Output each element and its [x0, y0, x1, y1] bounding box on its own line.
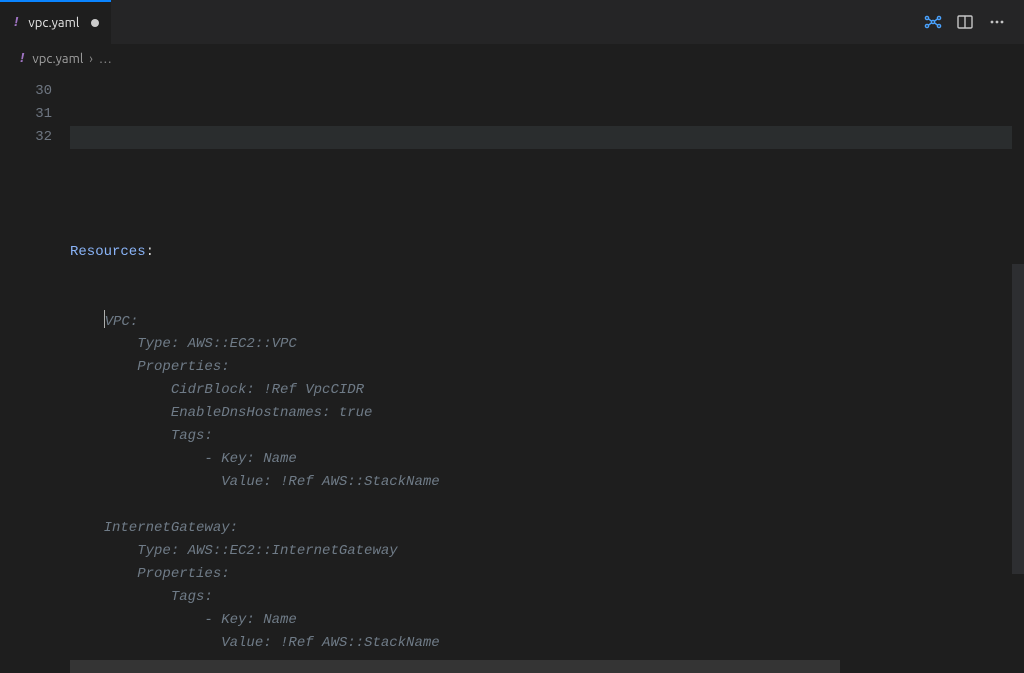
ghost-suggestion-line: Properties: — [70, 356, 1024, 379]
tab-bar: ! vpc.yaml — [0, 0, 1024, 44]
ghost-suggestion-line: Type: AWS::EC2::VPC — [70, 333, 1024, 356]
breadcrumb[interactable]: ! vpc.yaml › … — [0, 44, 1024, 74]
code-editor[interactable]: 303132 Resources: VPC: Type: AWS::EC2::V… — [0, 74, 1024, 673]
breadcrumb-filename: vpc.yaml — [32, 52, 83, 66]
current-line-highlight — [70, 126, 1018, 149]
tab-dirty-indicator — [91, 19, 99, 27]
horizontal-scrollbar[interactable] — [70, 660, 1012, 673]
code-content[interactable]: Resources: VPC: Type: AWS::EC2::VPC Prop… — [70, 74, 1024, 673]
ghost-suggestion-line: VPC: — [70, 310, 1024, 333]
ghost-suggestion-line — [70, 494, 1024, 517]
ghost-suggestion-line: Tags: — [70, 425, 1024, 448]
line-number: 30 — [0, 80, 52, 103]
overview-ruler[interactable] — [1012, 74, 1024, 673]
text-cursor — [104, 310, 105, 328]
ghost-suggestion-line: InternetGateway: — [70, 517, 1024, 540]
editor-tab[interactable]: ! vpc.yaml — [0, 0, 111, 44]
ghost-suggestion-line: Value: !Ref AWS::StackName — [70, 471, 1024, 494]
ghost-suggestion-line: - Key: Name — [70, 448, 1024, 471]
ghost-suggestion-line: Type: AWS::EC2::InternetGateway — [70, 540, 1024, 563]
tab-filename: vpc.yaml — [28, 16, 79, 30]
line-number-gutter: 303132 — [0, 74, 70, 673]
graph-icon[interactable] — [924, 13, 942, 31]
chevron-right-icon: › — [89, 52, 93, 66]
ghost-suggestion-line: - Key: Name — [70, 609, 1024, 632]
split-editor-icon[interactable] — [956, 13, 974, 31]
yaml-language-icon: ! — [18, 51, 26, 67]
ghost-suggestion-line: EnableDnsHostnames: true — [70, 402, 1024, 425]
yaml-language-icon: ! — [12, 15, 20, 31]
line-number: 32 — [0, 126, 52, 149]
horizontal-scrollbar-thumb[interactable] — [70, 660, 840, 673]
ellipsis-icon[interactable] — [988, 13, 1006, 31]
line-number: 31 — [0, 103, 52, 126]
overview-ruler-thumb[interactable] — [1012, 264, 1024, 574]
code-line: Resources: — [70, 241, 1024, 264]
ghost-suggestion-line: Value: !Ref AWS::StackName — [70, 632, 1024, 655]
ghost-suggestion-line: Tags: — [70, 586, 1024, 609]
code-line — [70, 172, 1024, 195]
ghost-suggestion-line: Properties: — [70, 563, 1024, 586]
tab-actions — [924, 0, 1024, 44]
breadcrumb-trail: … — [99, 52, 113, 66]
ghost-suggestion-line: CidrBlock: !Ref VpcCIDR — [70, 379, 1024, 402]
